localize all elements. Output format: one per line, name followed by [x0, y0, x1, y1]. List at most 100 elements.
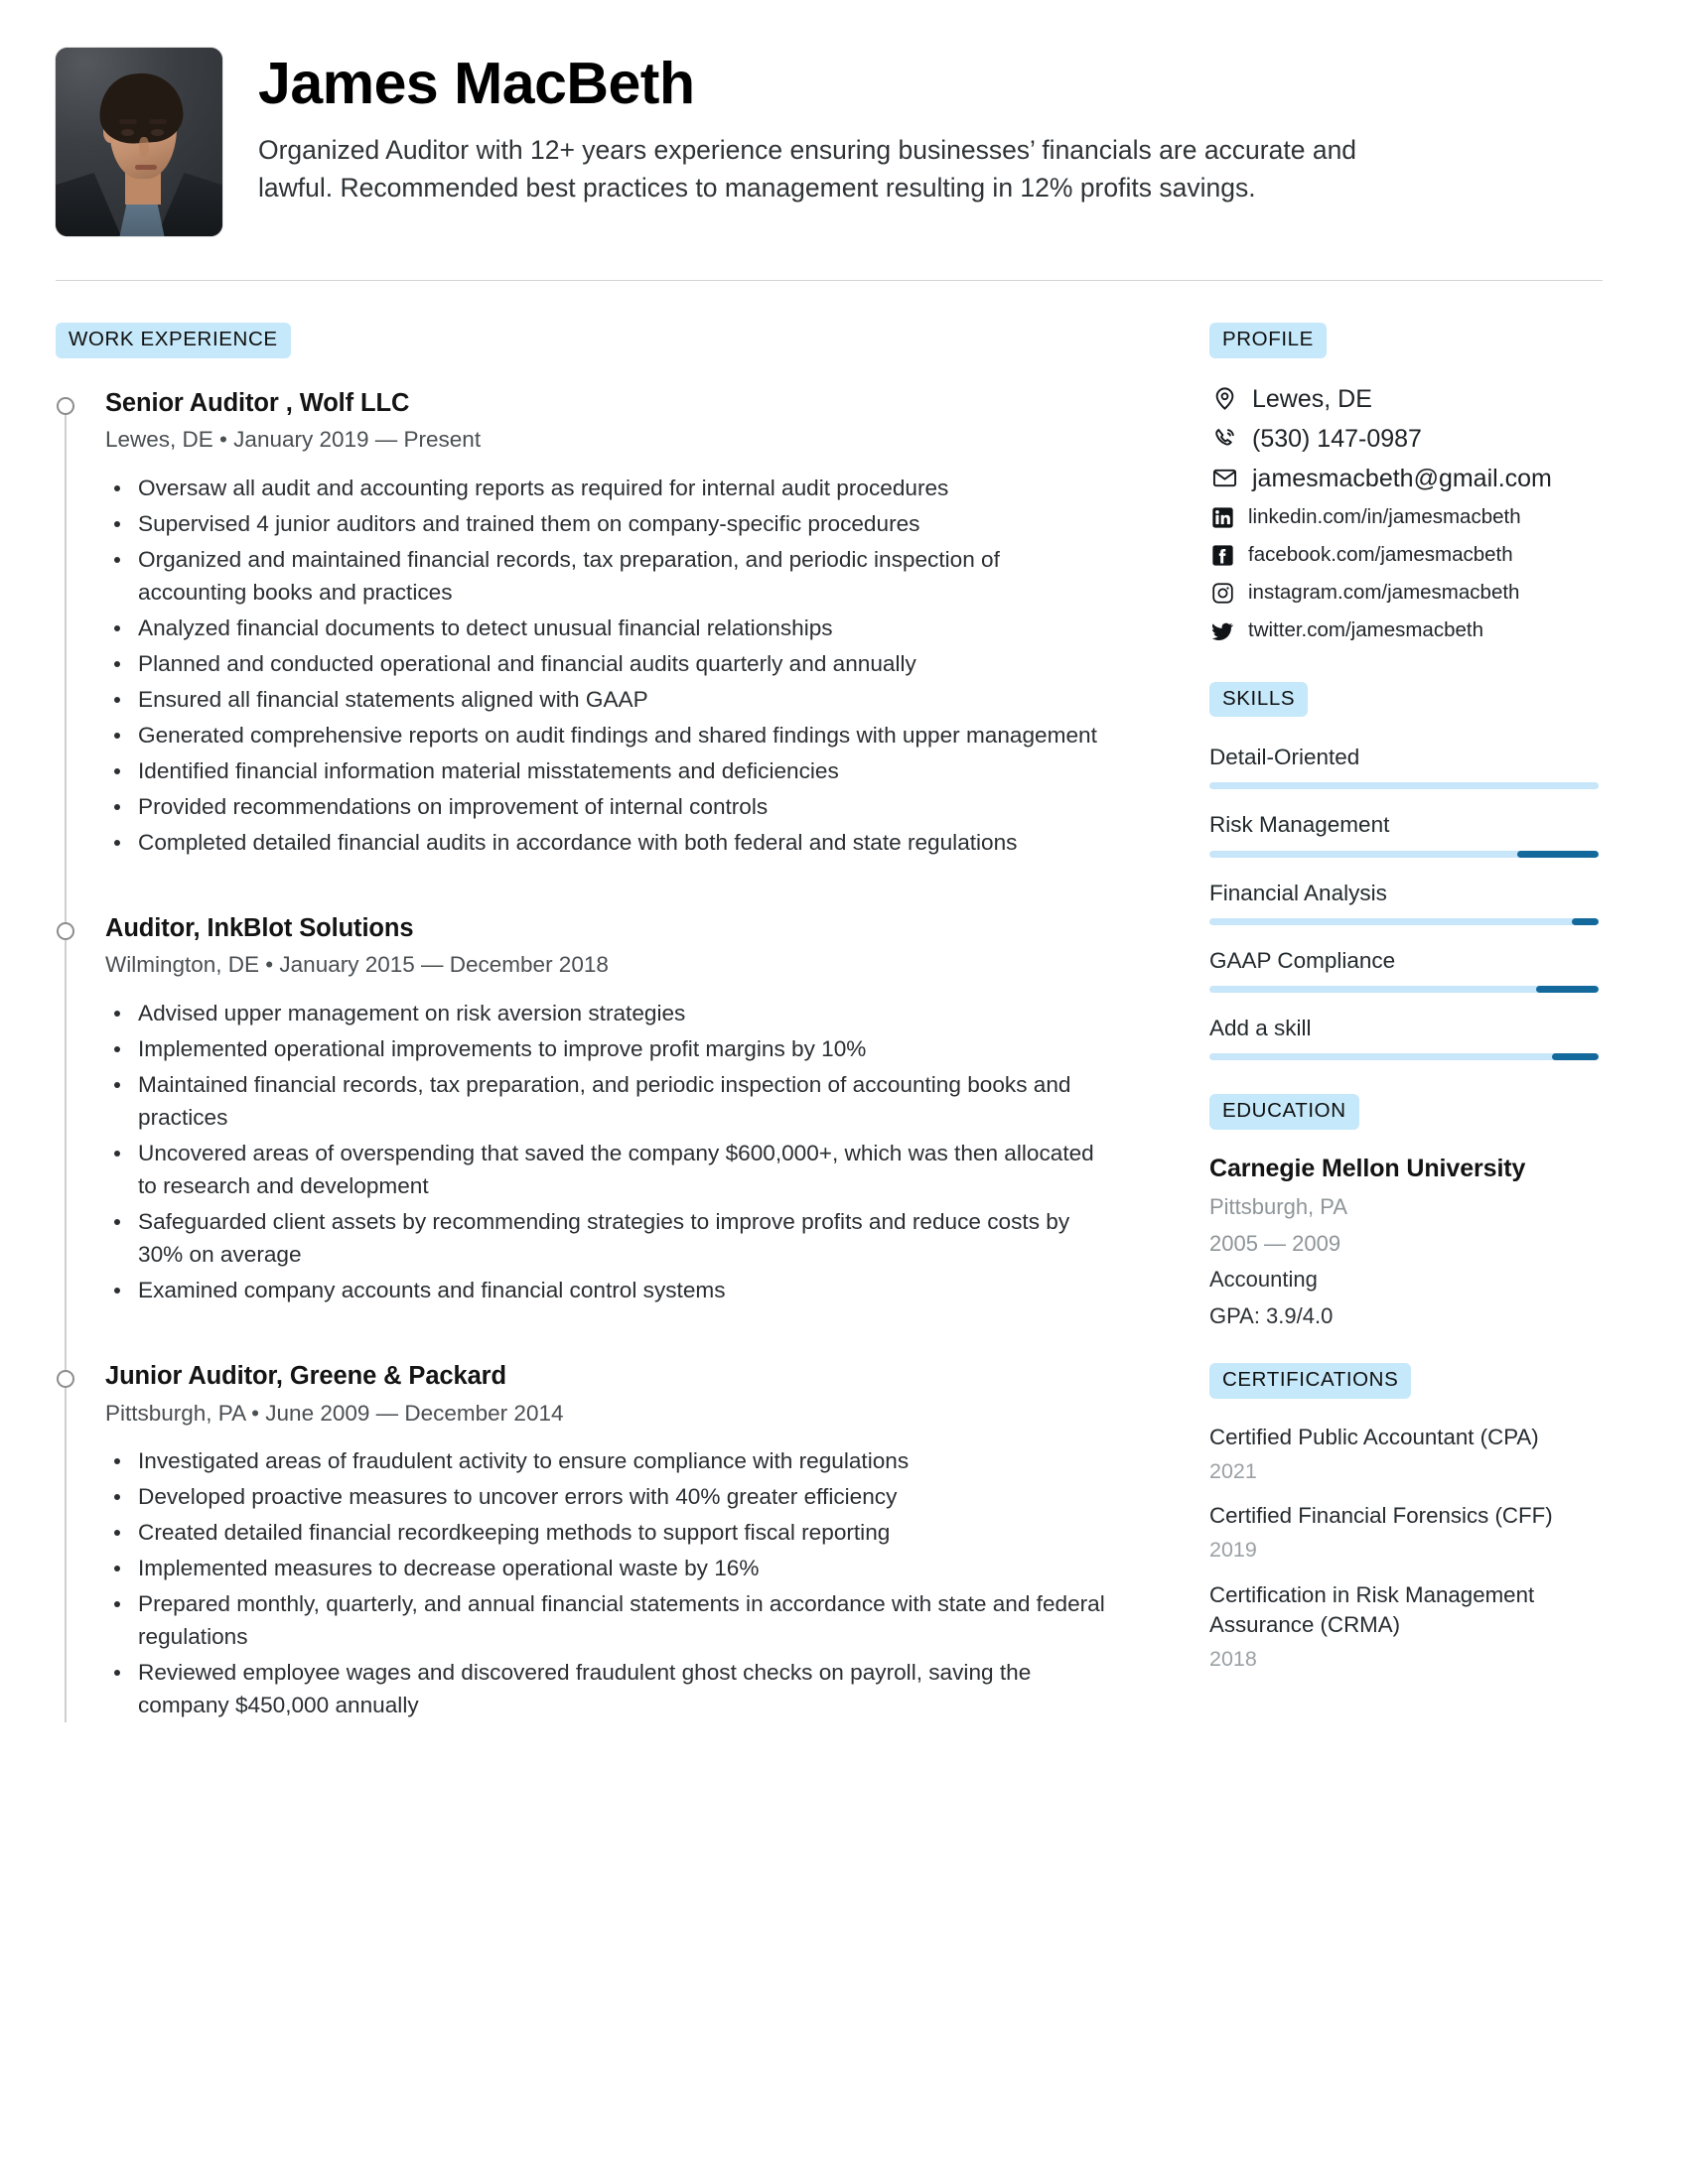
job-bullet: Maintained financial records, tax prepar… [105, 1069, 1108, 1135]
skill-item[interactable]: Risk Management [1209, 810, 1599, 858]
education-section: EDUCATION Carnegie Mellon University Pit… [1209, 1094, 1599, 1329]
skill-level-fill [1516, 850, 1599, 858]
education-gpa: GPA: 3.9/4.0 [1209, 1302, 1334, 1328]
contact-row[interactable]: instagram.com/jamesmacbeth [1209, 577, 1599, 611]
skill-level-bar[interactable] [1209, 1053, 1599, 1061]
job-bullet: Planned and conducted operational and fi… [105, 648, 1108, 681]
job-bullet: Prepared monthly, quarterly, and annual … [105, 1588, 1108, 1654]
header-text-block: James MacBeth Organized Auditor with 12+… [258, 48, 1632, 207]
skill-name: Risk Management [1209, 812, 1390, 838]
profile-summary[interactable]: Organized Auditor with 12+ years experie… [258, 131, 1420, 207]
job-bullet-list: Oversaw all audit and accounting reports… [105, 473, 1148, 860]
avatar-brow-right [149, 119, 167, 124]
job-bullet: Analyzed financial documents to detect u… [105, 613, 1108, 645]
education-location: Pittsburgh, PA [1209, 1194, 1347, 1219]
job-meta: Wilmington, DE • January 2015 — December… [105, 952, 609, 978]
job-meta: Lewes, DE • January 2019 — Present [105, 427, 482, 453]
job-bullet: Implemented measures to decrease operati… [105, 1553, 1108, 1585]
linkedin-icon [1209, 505, 1235, 531]
contact-text: instagram.com/jamesmacbeth [1248, 581, 1520, 605]
skill-level-bar[interactable] [1209, 850, 1599, 858]
contact-text: jamesmacbeth@gmail.com [1252, 464, 1552, 492]
skills-section: SKILLS Detail-Oriented Risk Management Fin… [1209, 681, 1599, 1061]
job-bullet-list: Advised upper management on risk aversio… [105, 998, 1148, 1307]
contact-row[interactable]: Lewes, DE [1209, 382, 1599, 416]
main-column: WORK EXPERIENCE Senior Auditor , Wolf LL… [56, 323, 1148, 1725]
avatar-brow-left [119, 119, 137, 124]
instagram-icon [1209, 581, 1235, 607]
certification-name: Certified Public Accountant (CPA) [1209, 1424, 1539, 1449]
job-bullet: Implemented operational improvements to … [105, 1033, 1108, 1066]
skill-list: Detail-Oriented Risk Management Financial … [1209, 743, 1599, 1061]
timeline-dot-icon [57, 921, 74, 940]
avatar[interactable] [56, 48, 222, 236]
job-title: Junior Auditor, Greene & Packard [105, 1361, 506, 1390]
phone-icon [1209, 424, 1239, 454]
work-timeline: Senior Auditor , Wolf LLC Lewes, DE • Jan… [56, 388, 1148, 1722]
education-school: Carnegie Mellon University [1209, 1154, 1526, 1182]
contact-row[interactable]: jamesmacbeth@gmail.com [1209, 462, 1599, 495]
education-entry[interactable]: Carnegie Mellon University Pittsburgh, P… [1209, 1154, 1599, 1329]
job-bullet: Generated comprehensive reports on audit… [105, 720, 1108, 752]
job-bullet: Oversaw all audit and accounting reports… [105, 473, 1108, 505]
skill-level-fill [1551, 1053, 1599, 1061]
skill-name: Detail-Oriented [1209, 745, 1360, 769]
page-title[interactable]: James MacBeth [258, 53, 1632, 115]
certification-name: Certified Financial Forensics (CFF) [1209, 1503, 1553, 1529]
skill-name: Add a skill [1209, 1016, 1312, 1040]
job-title: Senior Auditor , Wolf LLC [105, 388, 410, 417]
contact-row[interactable]: facebook.com/jamesmacbeth [1209, 539, 1599, 573]
job-bullet: Completed detailed financial audits in a… [105, 827, 1108, 860]
contact-row[interactable]: (530) 147-0987 [1209, 422, 1599, 456]
job-bullet: Organized and maintained financial recor… [105, 544, 1108, 610]
skill-name: Financial Analysis [1209, 880, 1387, 905]
skill-level-fill [1536, 986, 1599, 993]
section-heading-skills: SKILLS [1209, 681, 1309, 717]
job-bullet: Developed proactive measures to uncover … [105, 1481, 1108, 1514]
envelope-icon [1209, 464, 1239, 493]
work-experience-entry[interactable]: Auditor, InkBlot Solutions Wilmington, DE… [56, 913, 1148, 1307]
resume-header: James MacBeth Organized Auditor with 12+… [56, 0, 1632, 236]
contact-text: linkedin.com/in/jamesmacbeth [1248, 505, 1521, 529]
header-divider [56, 280, 1603, 281]
contact-text: Lewes, DE [1252, 384, 1372, 413]
resume-page: James MacBeth Organized Auditor with 12+… [0, 0, 1688, 2184]
job-bullet: Investigated areas of fraudulent activit… [105, 1445, 1108, 1478]
job-title: Auditor, InkBlot Solutions [105, 913, 414, 942]
certification-item[interactable]: Certification in Risk Management Assuran… [1209, 1580, 1599, 1673]
contact-row[interactable]: twitter.com/jamesmacbeth [1209, 614, 1599, 648]
job-bullet: Identified financial information materia… [105, 755, 1108, 788]
skill-item[interactable]: Financial Analysis [1209, 879, 1599, 925]
job-meta: Pittsburgh, PA • June 2009 — December 20… [105, 1400, 564, 1426]
location-pin-icon [1209, 384, 1239, 414]
certification-year: 2019 [1209, 1538, 1257, 1563]
certification-year: 2018 [1209, 1647, 1257, 1672]
sidebar-column: PROFILE Lewes, DE (530) 147-0987 jamesmacb… [1209, 323, 1599, 1725]
job-bullet: Examined company accounts and financial … [105, 1275, 1108, 1307]
skill-level-bar[interactable] [1209, 917, 1599, 925]
job-bullet-list: Investigated areas of fraudulent activit… [105, 1445, 1148, 1722]
avatar-mouth [135, 165, 157, 170]
job-bullet: Uncovered areas of overspending that sav… [105, 1138, 1108, 1203]
certification-item[interactable]: Certified Financial Forensics (CFF) 2019 [1209, 1501, 1599, 1564]
job-bullet: Created detailed financial recordkeeping… [105, 1517, 1108, 1550]
skill-level-bar[interactable] [1209, 986, 1599, 993]
job-bullet: Ensured all financial statements aligned… [105, 684, 1108, 717]
certifications-section: CERTIFICATIONS Certified Public Accounta… [1209, 1363, 1599, 1673]
contact-row[interactable]: linkedin.com/in/jamesmacbeth [1209, 501, 1599, 535]
certification-item[interactable]: Certified Public Accountant (CPA) 2021 [1209, 1423, 1599, 1485]
skill-item[interactable]: Add a skill [1209, 1014, 1599, 1061]
skill-item[interactable]: GAAP Compliance [1209, 946, 1599, 993]
skill-item[interactable]: Detail-Oriented [1209, 743, 1599, 790]
job-bullet: Safeguarded client assets by recommendin… [105, 1206, 1108, 1272]
section-heading-work-experience: WORK EXPERIENCE [56, 323, 291, 358]
skill-level-bar[interactable] [1209, 782, 1599, 790]
contact-text: twitter.com/jamesmacbeth [1248, 618, 1483, 642]
avatar-nose [139, 137, 149, 157]
section-heading-education: EDUCATION [1209, 1094, 1359, 1130]
contact-list: Lewes, DE (530) 147-0987 jamesmacbeth@gmai… [1209, 382, 1599, 648]
contact-text: (530) 147-0987 [1252, 424, 1422, 453]
contact-text: facebook.com/jamesmacbeth [1248, 543, 1513, 567]
work-experience-entry[interactable]: Senior Auditor , Wolf LLC Lewes, DE • Jan… [56, 388, 1148, 860]
work-experience-entry[interactable]: Junior Auditor, Greene & Packard Pittsbur… [56, 1361, 1148, 1722]
